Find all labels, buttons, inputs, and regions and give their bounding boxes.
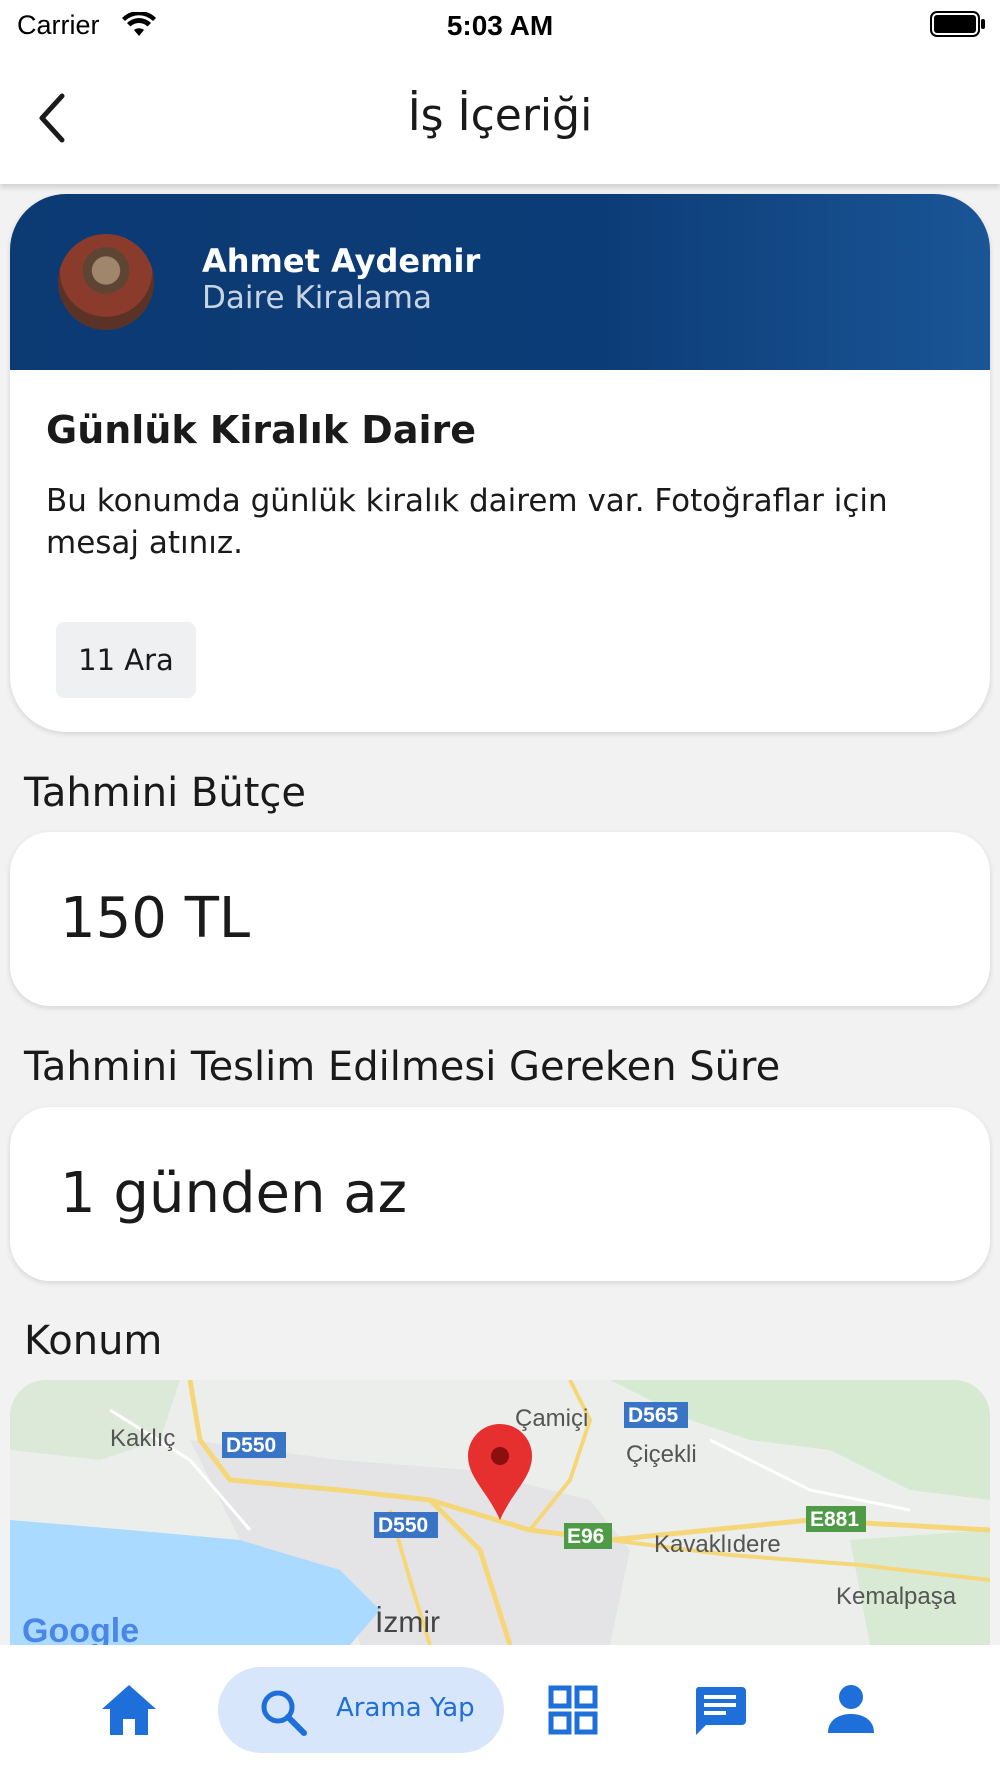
profile-icon[interactable]: [826, 1683, 876, 1739]
user-name: Ahmet Aydemir: [202, 242, 481, 280]
map-label-kemalpasa: Kemalpaşa: [836, 1583, 957, 1610]
status-bar: Carrier 5:03 AM: [0, 0, 1000, 50]
search-tab[interactable]: Arama Yap: [218, 1667, 504, 1753]
map-shield-d550a: D550: [226, 1434, 276, 1457]
home-icon[interactable]: [100, 1683, 158, 1741]
tab-bar: Arama Yap: [0, 1645, 1000, 1778]
budget-card: 150 TL: [10, 832, 990, 1006]
avatar[interactable]: [58, 234, 154, 330]
map-shield-d550b: D550: [378, 1514, 428, 1537]
job-category: Daire Kiralama: [202, 280, 432, 316]
battery-icon: [930, 11, 986, 41]
location-label: Konum: [24, 1318, 163, 1364]
map-label-kavaklidere: Kavaklıdere: [654, 1531, 781, 1558]
clock: 5:03 AM: [446, 10, 554, 41]
chat-icon[interactable]: [692, 1683, 748, 1743]
navigation-bar: İş İçeriği: [0, 50, 1000, 184]
duration-label: Tahmini Teslim Edilmesi Gereken Süre: [24, 1044, 781, 1090]
budget-label: Tahmini Bütçe: [24, 770, 307, 816]
job-card-header[interactable]: Ahmet Aydemir Daire Kiralama: [10, 194, 990, 370]
map-label-camici: Çamiçi: [515, 1405, 588, 1432]
duration-card: 1 günden az: [10, 1107, 990, 1281]
map-shield-e96: E96: [567, 1525, 604, 1548]
page-title: İş İçeriği: [407, 90, 593, 141]
location-map[interactable]: Kaklıç Çamiçi Çiçekli Kavaklıdere Kemalp…: [10, 1380, 990, 1645]
job-title: Günlük Kiralık Daire: [46, 408, 477, 452]
job-card: Ahmet Aydemir Daire Kiralama Günlük Kira…: [10, 194, 990, 732]
search-icon: [258, 1687, 308, 1741]
job-description: Bu konumda günlük kiralık dairem var. Fo…: [46, 483, 888, 561]
budget-value: 150 TL: [60, 886, 251, 951]
map-shield-e881: E881: [810, 1508, 859, 1531]
grid-icon[interactable]: [548, 1685, 598, 1739]
search-tab-label: Arama Yap: [336, 1693, 475, 1723]
map-label-kaklic: Kaklıç: [110, 1425, 175, 1452]
map-shield-d565: D565: [628, 1404, 679, 1427]
date-chip: 11 Ara: [56, 622, 196, 698]
map-label-cicekli: Çiçekli: [626, 1441, 697, 1468]
map-label-izmir: İzmir: [375, 1606, 440, 1639]
map-google-logo: Google: [22, 1612, 139, 1645]
duration-value: 1 günden az: [60, 1161, 407, 1226]
